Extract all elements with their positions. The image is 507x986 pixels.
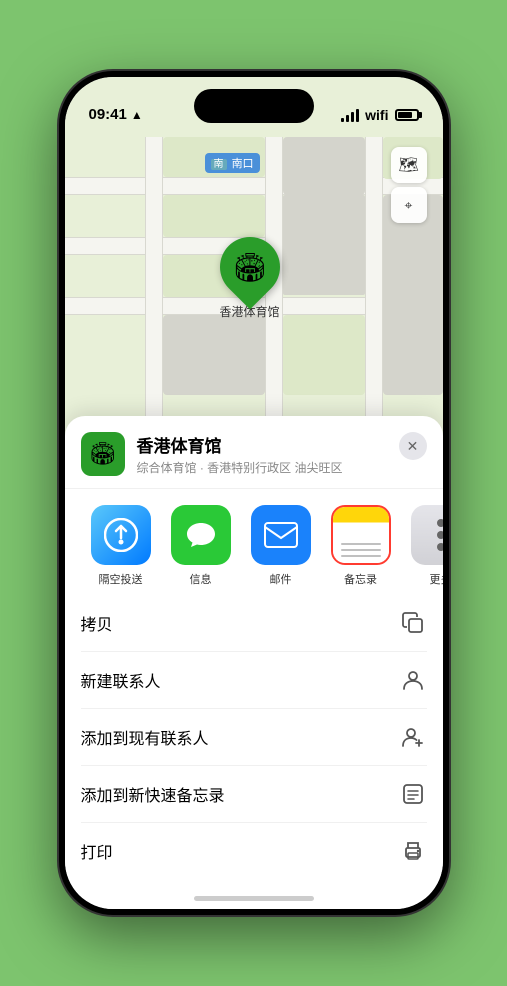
airdrop-icon xyxy=(91,505,151,565)
share-item-messages[interactable]: 信息 xyxy=(161,505,241,587)
map-type-button[interactable]: 🗺 xyxy=(391,147,427,183)
action-add-contact-label: 添加到现有联系人 xyxy=(81,725,209,749)
venue-header: 🏟 香港体育馆 综合体育馆 · 香港特别行政区 油尖旺区 ✕ xyxy=(65,416,443,489)
block7 xyxy=(163,315,265,395)
notes-label: 备忘录 xyxy=(344,571,377,587)
map-label-text: 南口 xyxy=(232,158,254,170)
venue-info: 香港体育馆 综合体育馆 · 香港特别行政区 油尖旺区 xyxy=(137,432,427,476)
block1 xyxy=(163,195,265,237)
bar3 xyxy=(351,112,354,122)
battery-fill xyxy=(398,112,412,118)
notes-line3 xyxy=(341,555,381,557)
share-item-airdrop[interactable]: 隔空投送 xyxy=(81,505,161,587)
signal-bars xyxy=(341,109,359,122)
label-prefix: 南 xyxy=(211,159,227,170)
map-label: 南 南口 xyxy=(205,153,260,173)
action-copy-label: 拷贝 xyxy=(81,611,113,635)
battery-icon xyxy=(395,109,419,121)
note-icon xyxy=(399,780,427,808)
home-indicator xyxy=(194,896,314,901)
dynamic-island xyxy=(194,89,314,123)
pin-inner: 🏟 xyxy=(232,251,268,284)
bar2 xyxy=(346,115,349,122)
block6 xyxy=(283,315,365,395)
more-dot1 xyxy=(437,519,443,527)
bar4 xyxy=(356,109,359,122)
block5 xyxy=(283,137,365,195)
mail-svg xyxy=(263,521,299,549)
location-icon: ▲ xyxy=(131,108,143,122)
person-add-icon xyxy=(399,723,427,751)
more-label: 更多 xyxy=(430,571,443,587)
status-time: 09:41 xyxy=(89,106,127,123)
messages-icon xyxy=(171,505,231,565)
mail-label: 邮件 xyxy=(270,571,292,587)
action-add-contact[interactable]: 添加到现有联系人 xyxy=(81,709,427,766)
more-dot2 xyxy=(437,531,443,539)
map-controls[interactable]: 🗺 ⌖ xyxy=(391,147,427,227)
share-item-more[interactable]: 更多 xyxy=(401,505,443,587)
action-copy[interactable]: 拷贝 xyxy=(81,595,427,652)
action-print[interactable]: 打印 xyxy=(81,823,427,879)
action-list: 拷贝 新建联系人 xyxy=(65,595,443,879)
mail-icon xyxy=(251,505,311,565)
airdrop-label: 隔空投送 xyxy=(99,571,143,587)
block2 xyxy=(283,195,365,295)
phone-frame: 09:41 ▲ wifi xyxy=(59,71,449,915)
venue-icon: 🏟 xyxy=(81,432,125,476)
action-print-label: 打印 xyxy=(81,839,113,863)
airdrop-svg xyxy=(104,518,138,552)
wifi-icon: wifi xyxy=(365,107,388,123)
status-icons: wifi xyxy=(341,107,418,123)
notes-line1 xyxy=(341,543,381,545)
road-h1 xyxy=(65,177,443,195)
venue-subtitle: 综合体育馆 · 香港特别行政区 油尖旺区 xyxy=(137,459,427,476)
action-new-contact[interactable]: 新建联系人 xyxy=(81,652,427,709)
notes-line2 xyxy=(341,549,381,551)
venue-name: 香港体育馆 xyxy=(137,432,427,457)
share-row: 隔空投送 信息 xyxy=(65,489,443,595)
copy-icon xyxy=(399,609,427,637)
more-dot3 xyxy=(437,543,443,551)
bottom-sheet: 🏟 香港体育馆 综合体育馆 · 香港特别行政区 油尖旺区 ✕ xyxy=(65,416,443,909)
pin-circle: 🏟 xyxy=(207,225,292,310)
action-new-contact-label: 新建联系人 xyxy=(81,668,161,692)
phone-screen: 09:41 ▲ wifi xyxy=(65,77,443,909)
messages-label: 信息 xyxy=(190,571,212,587)
notes-bg xyxy=(333,507,389,563)
action-quick-note[interactable]: 添加到新快速备忘录 xyxy=(81,766,427,823)
bar1 xyxy=(341,118,344,122)
stadium-pin: 🏟 香港体育馆 xyxy=(220,237,280,320)
share-item-mail[interactable]: 邮件 xyxy=(241,505,321,587)
more-icon xyxy=(411,505,443,565)
share-item-notes[interactable]: 备忘录 xyxy=(321,505,401,587)
location-button[interactable]: ⌖ xyxy=(391,187,427,223)
messages-svg xyxy=(183,517,219,553)
notes-icon-wrapper xyxy=(331,505,391,565)
action-quick-note-label: 添加到新快速备忘录 xyxy=(81,782,225,806)
close-button[interactable]: ✕ xyxy=(399,432,427,460)
print-icon xyxy=(399,837,427,865)
person-icon xyxy=(399,666,427,694)
